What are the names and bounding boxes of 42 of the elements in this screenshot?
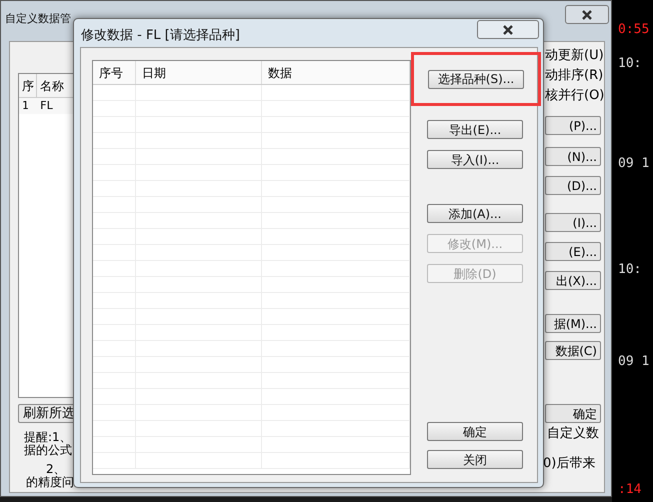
dialog-button[interactable]: 确定 <box>545 404 601 423</box>
dialog-button[interactable]: 据(M)... <box>545 314 601 333</box>
option-label[interactable]: 核并行(O) <box>545 86 601 106</box>
dialog-button[interactable]: 选择品种(S)... <box>428 70 524 88</box>
dialog-button[interactable]: 数据(C) <box>545 341 601 360</box>
dialog-button[interactable]: (N)... <box>545 147 601 166</box>
note-text: 据的公式 <box>24 444 73 457</box>
dialog-button[interactable]: 确定 <box>427 422 523 441</box>
column-header[interactable]: 数据 <box>262 61 410 84</box>
column-header[interactable]: 序号 <box>93 61 136 84</box>
dialog-title: 修改数据 - FL [请选择品种] <box>81 27 240 45</box>
column-header[interactable]: 日期 <box>136 61 262 84</box>
window-title: 自定义数据管 <box>5 11 71 27</box>
chart-time-label: 10: <box>618 262 642 278</box>
dialog-button[interactable]: (E)... <box>545 242 601 261</box>
note-text: 0)后带来 <box>543 456 596 472</box>
close-button[interactable] <box>565 5 609 24</box>
table-cell-text: 1 <box>21 98 30 114</box>
note-text: 提醒:1、 <box>24 431 73 444</box>
option-label[interactable]: 动排序(R) <box>545 66 601 86</box>
table-cell-text: FL <box>39 98 54 114</box>
note-text: 的精度问 <box>26 476 74 489</box>
dialog-button[interactable]: (I)... <box>545 213 601 232</box>
dialog-button[interactable]: (D)... <box>545 176 601 195</box>
note-text: 2、 <box>46 463 67 476</box>
chart-time-label: 0:55 <box>618 22 650 38</box>
close-icon <box>503 24 513 34</box>
chart-time-label: 10: <box>618 56 642 72</box>
note-text: 自定义数 <box>547 426 599 442</box>
dialog-button[interactable]: 关闭 <box>427 450 523 469</box>
chart-time-label: 09 1 <box>618 354 650 370</box>
dialog-button[interactable]: (P)... <box>545 116 601 135</box>
column-header[interactable]: 序 <box>19 74 37 97</box>
dialog-button[interactable]: 导入(I)... <box>427 150 523 169</box>
dialog-button[interactable]: 导出(E)... <box>427 120 523 139</box>
chart-time-label: :14 <box>618 482 642 498</box>
dialog-button[interactable]: 添加(A)... <box>427 204 523 223</box>
dialog-button[interactable]: 出(X)... <box>545 271 601 290</box>
option-label[interactable]: 动更新(U) <box>545 46 601 66</box>
close-icon <box>582 10 592 20</box>
close-button[interactable] <box>477 20 539 39</box>
chart-time-label: 09 1 <box>618 156 650 172</box>
